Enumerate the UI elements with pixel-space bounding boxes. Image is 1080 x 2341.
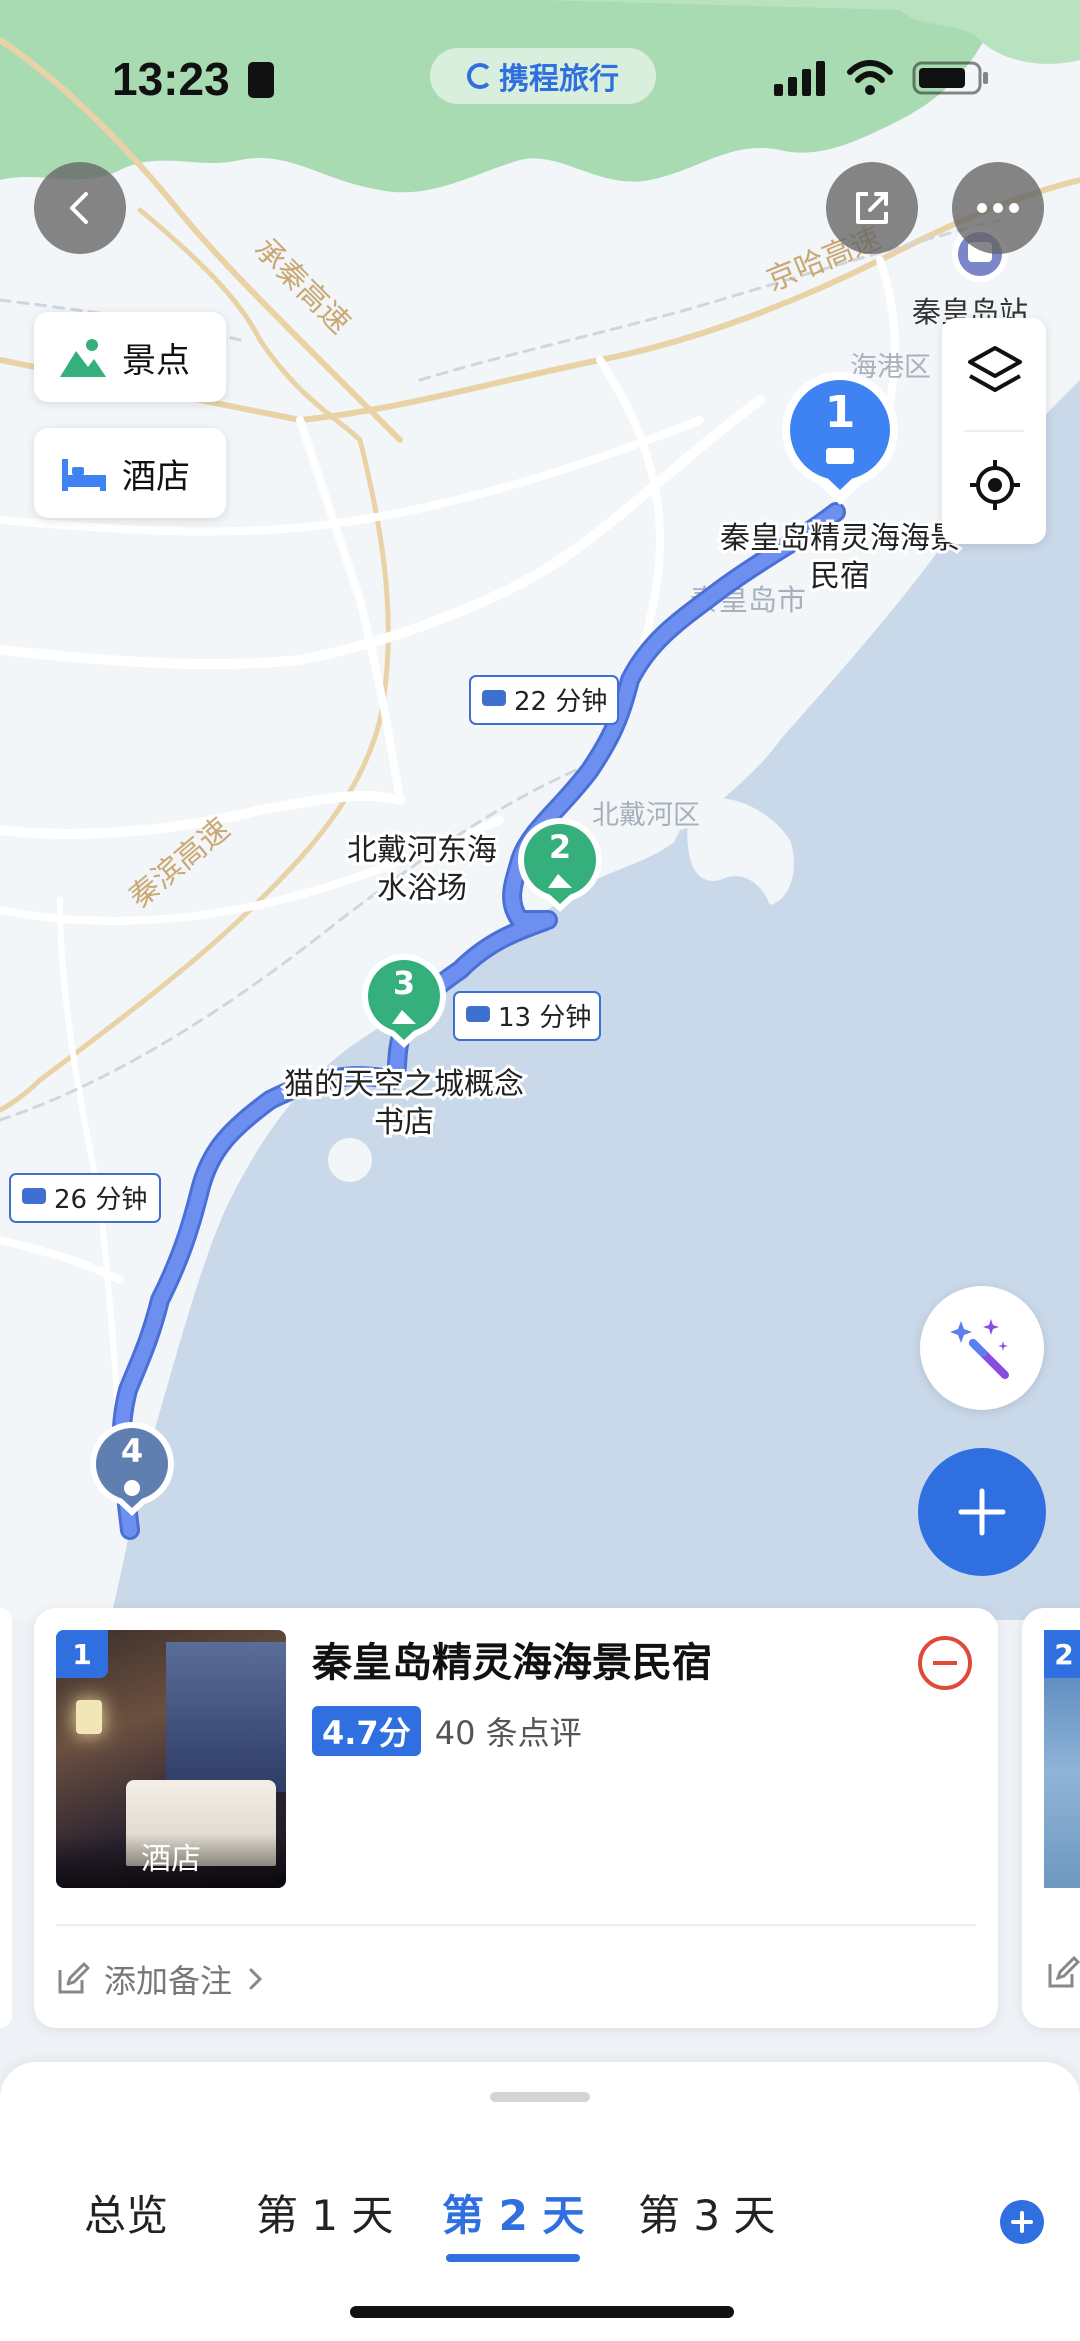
bottom-sheet: 总览 第 1 天 第 2 天 第 3 天 xyxy=(0,2062,1080,2341)
add-place-button[interactable] xyxy=(918,1448,1046,1576)
duration-bubble-3: 26 分钟 xyxy=(9,1173,161,1223)
area-label-beidaihe: 北戴河区 xyxy=(592,800,700,831)
home-indicator xyxy=(350,2306,734,2318)
edit-icon xyxy=(1048,1956,1080,1988)
more-button[interactable] xyxy=(952,162,1044,254)
marker-2-num: 2 xyxy=(549,828,571,866)
locate-icon[interactable] xyxy=(968,458,1022,512)
duration-1-text: 22 分钟 xyxy=(514,687,607,717)
map-view[interactable]: 承秦高速 京哈高速 秦滨高速 海港区 秦皇岛市 北戴河区 秦皇岛站 1 秦皇岛精… xyxy=(0,0,1080,1620)
magic-wand-icon xyxy=(950,1319,1009,1379)
duration-bubble-2: 13 分钟 xyxy=(453,991,601,1041)
filter-scenic-chip[interactable]: 景点 xyxy=(34,312,226,402)
filter-hotel-chip[interactable]: 酒店 xyxy=(34,428,226,518)
share-icon xyxy=(856,192,888,224)
plus-icon xyxy=(1011,2211,1033,2233)
edit-icon xyxy=(58,1962,90,1994)
status-time: 13:23 xyxy=(112,53,230,105)
map-tools xyxy=(942,318,1046,544)
filter-hotel-label: 酒店 xyxy=(122,456,190,497)
day-tabs: 总览 第 1 天 第 2 天 第 3 天 xyxy=(0,2182,1080,2262)
duration-3-text: 26 分钟 xyxy=(54,1185,147,1215)
rating-score: 4.7分 xyxy=(312,1706,421,1756)
chevron-left-icon xyxy=(70,192,88,224)
wifi-icon xyxy=(847,60,893,95)
tab-day-3[interactable]: 第 3 天 xyxy=(638,2182,775,2243)
bed-icon xyxy=(62,459,106,491)
remove-place-button[interactable] xyxy=(918,1636,972,1690)
back-button[interactable] xyxy=(34,162,126,254)
layers-icon[interactable] xyxy=(966,342,1024,400)
marker-4-num: 4 xyxy=(121,1432,143,1470)
tab-day-2[interactable]: 第 2 天 xyxy=(442,2182,584,2262)
app-badge-label: 携程旅行 xyxy=(499,62,619,97)
card-rating: 4.7分 40 条点评 xyxy=(312,1706,582,1756)
add-note-link[interactable]: 添加备注 xyxy=(56,1956,266,2002)
card-title: 秦皇岛精灵海海景民宿 xyxy=(312,1640,712,1686)
ctrip-logo-icon xyxy=(467,63,493,89)
card-index-badge: 1 xyxy=(56,1630,108,1678)
add-note-label: 添加备注 xyxy=(104,1962,233,2000)
contact-card-icon xyxy=(248,62,274,98)
status-bar: 13:23 携程旅行 xyxy=(0,0,1080,160)
tab-day-1[interactable]: 第 1 天 xyxy=(256,2182,393,2243)
marker-1-num: 1 xyxy=(825,387,856,438)
plus-icon xyxy=(958,1488,1006,1536)
share-button[interactable] xyxy=(826,162,918,254)
photo-tag: 酒店 xyxy=(56,1834,286,1888)
duration-bubble-1: 22 分钟 xyxy=(469,675,619,725)
ai-magic-button[interactable] xyxy=(920,1286,1044,1410)
sheet-grabber[interactable] xyxy=(490,2092,590,2102)
battery-icon xyxy=(912,61,988,95)
review-count: 40 条点评 xyxy=(434,1714,582,1752)
mountain-icon xyxy=(60,339,106,377)
signal-icon xyxy=(774,61,825,96)
next-card-index: 2 xyxy=(1044,1630,1080,1678)
tab-overview[interactable]: 总览 xyxy=(84,2182,168,2243)
duration-2-text: 13 分钟 xyxy=(498,1003,591,1033)
prev-card-peek[interactable] xyxy=(0,1608,12,2028)
app-return-badge[interactable]: 携程旅行 xyxy=(430,48,656,104)
place-card[interactable]: 1 酒店 秦皇岛精灵海海景民宿 4.7分 40 条点评 添加备注 xyxy=(34,1608,998,2028)
add-day-button[interactable] xyxy=(1000,2200,1044,2244)
filter-scenic-label: 景点 xyxy=(122,340,190,381)
more-dots-icon xyxy=(977,203,1019,213)
marker-3-num: 3 xyxy=(393,964,415,1002)
card-divider xyxy=(56,1924,976,1926)
next-card-peek[interactable]: 2 xyxy=(1022,1608,1080,2028)
chevron-right-icon xyxy=(249,1968,263,1990)
